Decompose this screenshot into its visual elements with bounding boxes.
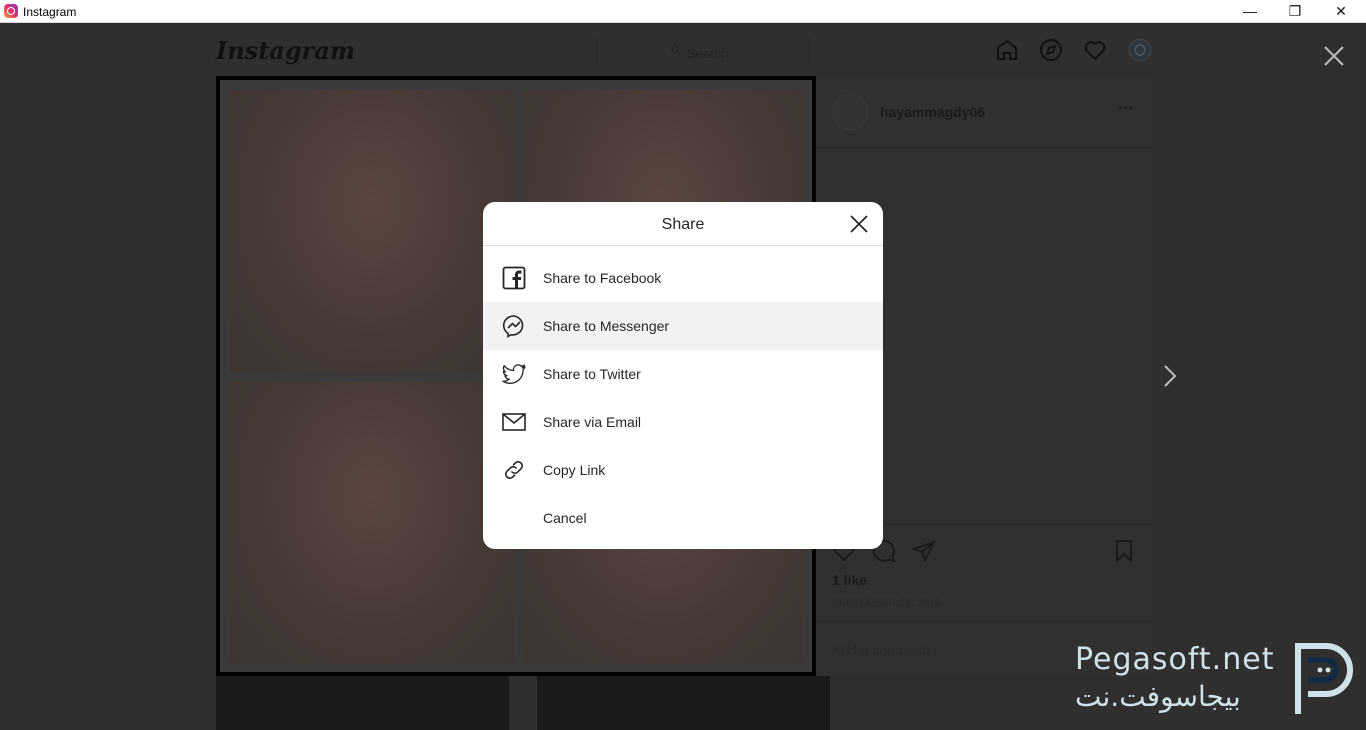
watermark-logo xyxy=(1295,643,1353,714)
search-icon xyxy=(671,45,681,55)
instagram-logo[interactable]: Instagram xyxy=(216,36,355,65)
option-label: Share to Twitter xyxy=(543,366,641,382)
post-username[interactable]: hayammagdy06 xyxy=(880,104,985,120)
post-header: hayammagdy06 ··· xyxy=(816,76,1151,148)
related-post-thumbnail[interactable] xyxy=(216,676,509,730)
option-label: Share to Facebook xyxy=(543,270,662,286)
profile-avatar[interactable] xyxy=(1128,38,1152,62)
messenger-icon xyxy=(502,315,524,338)
share-dialog-title: Share xyxy=(661,216,705,233)
search-placeholder: Search xyxy=(687,46,729,61)
email-icon xyxy=(502,413,526,431)
window-titlebar: Instagram — ❐ ✕ xyxy=(0,0,1366,23)
option-label: Share via Email xyxy=(543,414,642,430)
share-send-icon[interactable] xyxy=(912,539,936,563)
share-to-messenger-option[interactable]: Share to Messenger xyxy=(483,302,883,350)
share-dialog-header: Share xyxy=(483,202,883,246)
close-icon[interactable] xyxy=(847,212,871,236)
watermark-text: Pegasoft.net xyxy=(1075,642,1275,677)
share-to-twitter-option[interactable]: Share to Twitter xyxy=(483,350,883,398)
maximize-button[interactable]: ❐ xyxy=(1272,0,1318,22)
window-title: Instagram xyxy=(23,5,77,19)
explore-icon[interactable] xyxy=(1039,38,1063,62)
save-bookmark-icon[interactable] xyxy=(1112,539,1136,563)
dress-photo-back xyxy=(230,382,514,664)
minimize-button[interactable]: — xyxy=(1227,0,1273,22)
dress-photo-front xyxy=(230,90,514,372)
share-dialog: Share Share to Facebook Share to Messeng… xyxy=(483,202,883,549)
post-author-avatar[interactable] xyxy=(832,94,868,130)
share-to-facebook-option[interactable]: Share to Facebook xyxy=(483,254,883,302)
facebook-icon xyxy=(502,266,526,290)
search-input[interactable]: Search xyxy=(596,38,810,66)
related-post-thumbnail[interactable] xyxy=(537,676,830,730)
instagram-app-icon xyxy=(4,4,18,18)
window-close-button[interactable]: ✕ xyxy=(1318,0,1364,22)
post-date: SEPTEMBER 27, 2019 xyxy=(832,598,941,609)
copy-link-option[interactable]: Copy Link xyxy=(483,446,883,494)
close-lightbox-icon[interactable] xyxy=(1322,44,1346,68)
option-label: Share to Messenger xyxy=(543,318,670,334)
cancel-button[interactable]: Cancel xyxy=(483,494,883,542)
comment-input[interactable]: Add a comment... xyxy=(832,642,942,658)
like-count[interactable]: 1 like xyxy=(832,572,867,588)
twitter-icon xyxy=(502,364,526,384)
link-icon xyxy=(505,461,523,479)
option-label: Copy Link xyxy=(543,462,606,478)
home-icon[interactable] xyxy=(995,38,1019,62)
share-via-email-option[interactable]: Share via Email xyxy=(483,398,883,446)
option-label: Cancel xyxy=(543,510,587,526)
more-options-icon[interactable]: ··· xyxy=(1118,100,1134,118)
activity-heart-icon[interactable] xyxy=(1083,38,1107,62)
next-post-chevron-icon[interactable] xyxy=(1160,364,1180,388)
watermark-arabic-text: بيجاسوفت.نت xyxy=(1075,680,1241,713)
